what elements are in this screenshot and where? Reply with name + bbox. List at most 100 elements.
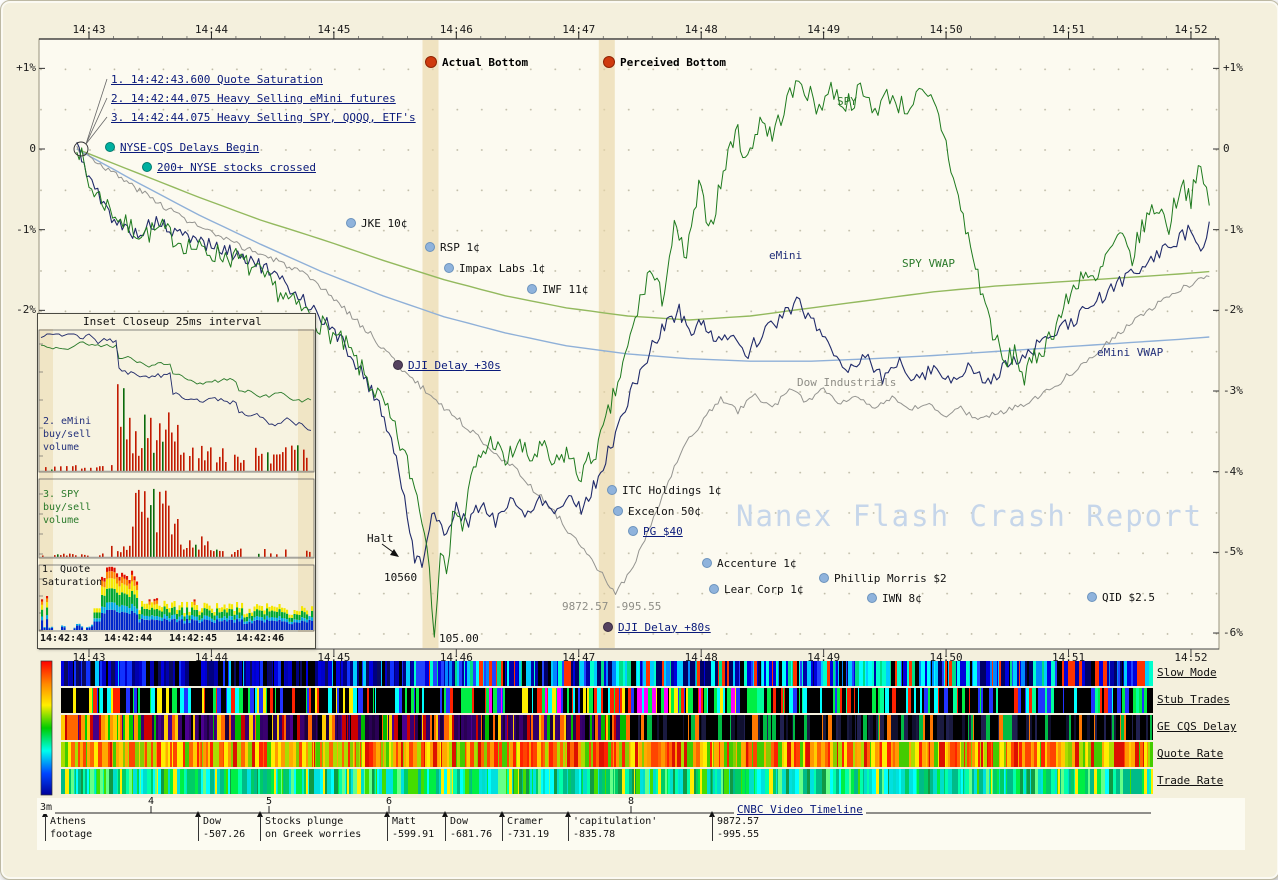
x-axis-label-heatmap: 14:49 (807, 651, 841, 664)
x-axis-label-heatmap: 14:47 (562, 651, 596, 664)
cnbc-video-timeline-link[interactable]: CNBC Video Timeline (734, 803, 866, 817)
annotation-accenture-1: Accenture 1¢ (702, 556, 797, 570)
heatmap-label-trade-rate[interactable]: Trade Rate (1157, 774, 1223, 788)
annotation-perceived-bottom: Perceived Bottom (603, 55, 726, 69)
blue-dot (346, 218, 356, 228)
annotation-label[interactable]: DJI Delay +30s (408, 359, 501, 372)
x-axis-label-heatmap: 14:43 (72, 651, 106, 664)
blue-dot (867, 593, 877, 603)
annotation-105-00: 105.00 (439, 631, 479, 645)
y-axis-label-right: -1% (1223, 222, 1243, 236)
annotation-label: ITC Holdings 1¢ (622, 483, 722, 497)
inset-x-label: 14:42:46 (236, 633, 285, 644)
y-axis-label-right: +1% (1223, 61, 1243, 75)
blue-dot (709, 584, 719, 594)
x-axis-label-top: 14:50 (929, 23, 963, 36)
y-axis-label-right: -3% (1223, 384, 1243, 397)
annotation-phillip-morris-2: Phillip Morris $2 (819, 572, 947, 585)
annotation-label: Dow Industrials (797, 375, 897, 389)
blue-dot (628, 526, 638, 536)
timeline-event-line: Matt (392, 816, 417, 827)
annotation-nyse-cqs-delays-begin[interactable]: NYSE-CQS Delays Begin (105, 141, 259, 154)
annotation-dji-delay-80s[interactable]: DJI Delay +80s (603, 621, 711, 634)
annotation-1-14-42-43-600-quote-saturation[interactable]: 1. 14:42:43.600 Quote Saturation (111, 73, 323, 86)
heatmap-label-slow-mode[interactable]: Slow Mode (1157, 666, 1217, 680)
heatmap-label-stub-trades[interactable]: Stub Trades (1157, 693, 1230, 707)
teal-dot (142, 162, 152, 172)
annotation-label: 10560 (384, 570, 418, 584)
x-axis-label-top: 14:49 (807, 23, 841, 36)
annotation-label: 105.00 (439, 631, 479, 645)
annotation-label: Impax Labs 1¢ (459, 261, 546, 275)
blue-dot (425, 242, 435, 252)
timeline-event-dow-507-26: Dow -507.26 (198, 816, 245, 841)
y-axis-label-left: -2% (16, 303, 36, 317)
annotation-3-14-42-44-075-heavy-selling-spy-qqqq-etf-s[interactable]: 3. 14:42:44.075 Heavy Selling SPY, QQQQ,… (111, 111, 416, 124)
annotation-label[interactable]: PG $40 (643, 525, 683, 538)
x-axis-label-top: 14:47 (562, 23, 596, 36)
annotation-label[interactable]: DJI Delay +80s (618, 621, 711, 634)
annotation-label: SPY VWAP (902, 256, 955, 270)
x-axis-label-top: 14:46 (439, 23, 473, 36)
annotation-label: eMini VWAP (1097, 345, 1164, 359)
inset-label-spy-volume: 3. SPY buy/sell volume (43, 489, 92, 526)
timeline-event-line: on Greek worries (265, 828, 362, 840)
annotation-halt: Halt (367, 532, 394, 545)
x-axis-label-top: 14:44 (194, 23, 228, 36)
timeline-event-line: Athens (50, 816, 87, 827)
timeline-event-line: -835.78 (573, 828, 616, 840)
annotation-emini: eMini (769, 249, 802, 262)
annotation-qid-2-5: QID $2.5 (1087, 590, 1155, 604)
annotation-pg-40[interactable]: PG $40 (628, 525, 683, 538)
blue-dot (527, 284, 537, 294)
annotation-lear-corp-1: Lear Corp 1¢ (709, 583, 803, 596)
annotation-10560: 10560 (384, 570, 418, 584)
timeline-left-label: 3m (37, 802, 56, 814)
annotation-label: RSP 1¢ (440, 240, 480, 254)
annotation-2-14-42-44-075-heavy-selling-emini-futures[interactable]: 2. 14:42:44.075 Heavy Selling eMini futu… (111, 92, 396, 105)
blue-dot (613, 506, 623, 516)
annotation-label[interactable]: NYSE-CQS Delays Begin (120, 141, 259, 154)
annotation-label[interactable]: 2. 14:42:44.075 Heavy Selling eMini futu… (111, 92, 396, 105)
heatmap-label-quote-rate[interactable]: Quote Rate (1157, 747, 1223, 761)
timeline-minute-4: 4 (148, 796, 155, 807)
x-axis-label-top: 14:43 (72, 23, 106, 36)
annotation-actual-bottom: Actual Bottom (425, 56, 528, 69)
annotation-jke-10: JKE 10¢ (346, 217, 407, 230)
red-dot (425, 56, 437, 68)
timeline-event-line: footage (50, 828, 93, 840)
y-axis-label-right: -4% (1223, 464, 1243, 478)
timeline-event-stocks-plunge-on-greek-worries: Stocks plunge on Greek worries (260, 816, 361, 841)
inset-x-label: 14:42:43 (40, 633, 89, 644)
x-axis-label-heatmap: 14:45 (317, 651, 351, 664)
annotation-9872-57-995-55: 9872.57 -995.55 (562, 600, 661, 613)
heatmap-label-ge-cqs-delay[interactable]: GE CQS Delay (1157, 720, 1236, 734)
y-axis-label-right: -6% (1223, 626, 1243, 640)
annotation-label[interactable]: 200+ NYSE stocks crossed (157, 161, 316, 174)
timeline-event-dow-681-76: Dow -681.76 (445, 816, 492, 841)
timeline-event-athens-footage: Athens footage (45, 816, 92, 841)
blue-dot (607, 485, 617, 495)
teal-dot (105, 142, 115, 152)
timeline-minute-6: 6 (386, 796, 393, 807)
x-axis-label-top: 14:45 (317, 23, 351, 36)
timeline-minute-8: 8 (628, 796, 635, 807)
annotation-label: Perceived Bottom (620, 55, 726, 69)
annotation-dji-delay-30s[interactable]: DJI Delay +30s (393, 359, 501, 372)
y-axis-label-right: -2% (1223, 303, 1243, 317)
annotation-emini-vwap: eMini VWAP (1097, 345, 1164, 359)
x-axis-label-top: 14:52 (1174, 23, 1208, 36)
inset-x-label: 14:42:44 (104, 633, 153, 644)
annotation-200-nyse-stocks-crossed[interactable]: 200+ NYSE stocks crossed (142, 161, 316, 174)
annotation-label: QID $2.5 (1102, 590, 1155, 604)
x-axis-label-top: 14:48 (684, 23, 718, 36)
y-axis-label-right: 0 (1223, 142, 1230, 155)
annotation-label[interactable]: 3. 14:42:44.075 Heavy Selling SPY, QQQQ,… (111, 111, 416, 124)
annotation-label: Accenture 1¢ (717, 556, 797, 570)
annotation-impax-labs-1: Impax Labs 1¢ (444, 261, 546, 275)
timeline-event-line: Cramer (507, 816, 544, 827)
annotation-label: Excelon 50¢ (628, 504, 701, 518)
annotation-label: IWN 8¢ (882, 591, 922, 605)
annotation-label[interactable]: 1. 14:42:43.600 Quote Saturation (111, 73, 323, 86)
annotation-spy-vwap: SPY VWAP (902, 256, 955, 270)
